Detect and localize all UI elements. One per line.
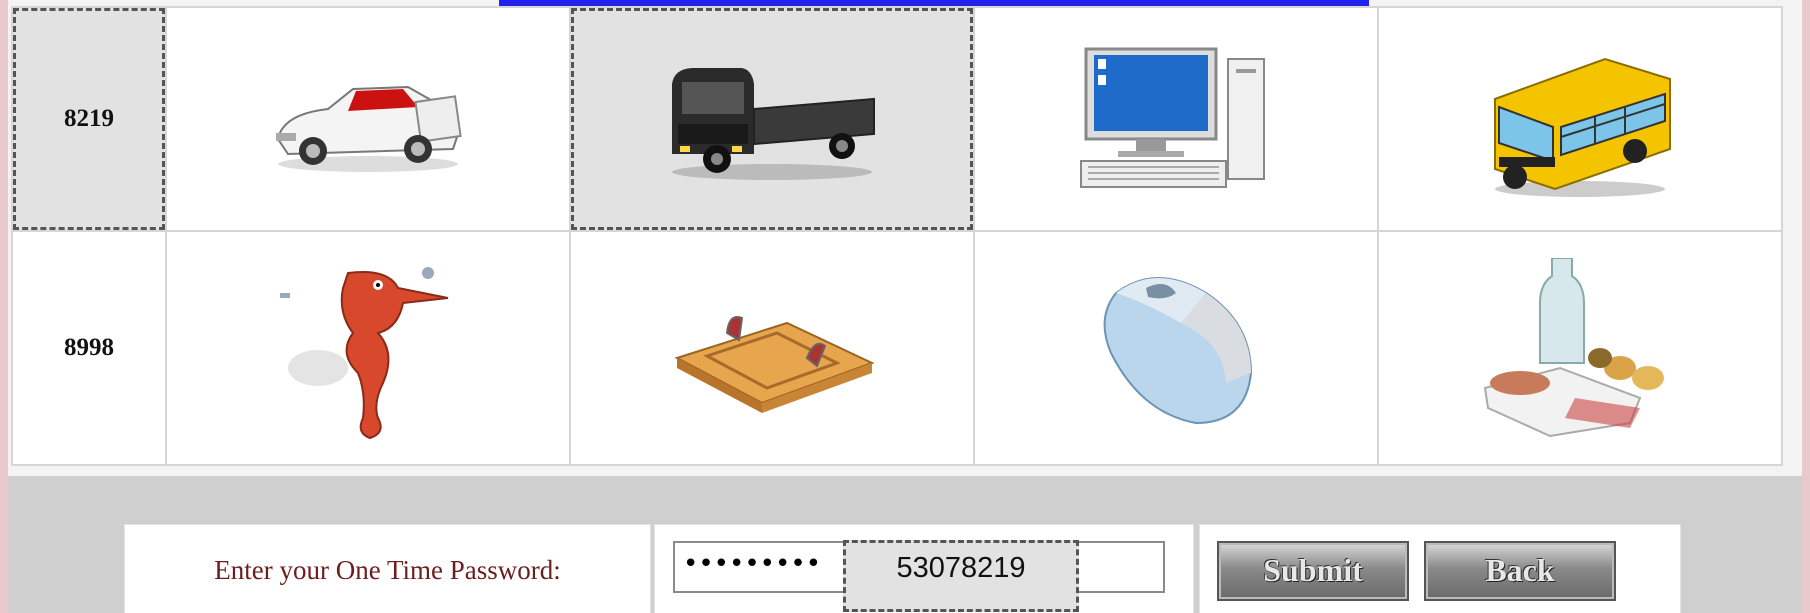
grid-cell[interactable] <box>973 6 1379 232</box>
grid-cell[interactable] <box>569 230 975 466</box>
otp-input-panel: ••••••••• 53078219 <box>654 524 1194 613</box>
school-bus-icon <box>1494 57 1671 197</box>
grid-cell[interactable] <box>1377 6 1783 232</box>
otp-masked-value: ••••••••• <box>683 549 822 579</box>
seahorse-icon <box>280 267 449 440</box>
otp-input[interactable]: ••••••••• 53078219 <box>673 540 1165 612</box>
otp-hint: 53078219 <box>843 540 1079 612</box>
grid-row: 8219 <box>11 6 1783 232</box>
car-icon <box>276 85 462 172</box>
grid-cell[interactable] <box>973 230 1379 466</box>
grid-cell[interactable] <box>165 230 571 466</box>
row-number: 8219 <box>11 6 167 232</box>
submit-button[interactable]: Submit <box>1217 541 1409 601</box>
back-button[interactable]: Back <box>1424 541 1616 601</box>
otp-label: Enter your One Time Password: <box>214 555 561 585</box>
grid-row: 8998 <box>11 230 1783 466</box>
truck-icon <box>672 68 875 180</box>
image-grid: 8219 8998 <box>11 6 1783 466</box>
grid-cell[interactable] <box>1377 230 1783 466</box>
button-panel: Submit Back <box>1199 524 1681 613</box>
otp-page: 8219 8998 Enter your One Time Password: … <box>8 0 1802 613</box>
otp-form-area: Enter your One Time Password: ••••••••• … <box>8 476 1802 613</box>
groceries-icon <box>1483 258 1664 438</box>
otp-label-panel: Enter your One Time Password: <box>124 524 651 613</box>
grid-cell-selected[interactable] <box>569 6 975 232</box>
computer-mouse-icon <box>1103 277 1253 425</box>
row-number: 8998 <box>11 230 167 466</box>
mousetrap-icon <box>674 316 875 413</box>
computer-icon <box>1080 47 1265 188</box>
grid-cell[interactable] <box>165 6 571 232</box>
